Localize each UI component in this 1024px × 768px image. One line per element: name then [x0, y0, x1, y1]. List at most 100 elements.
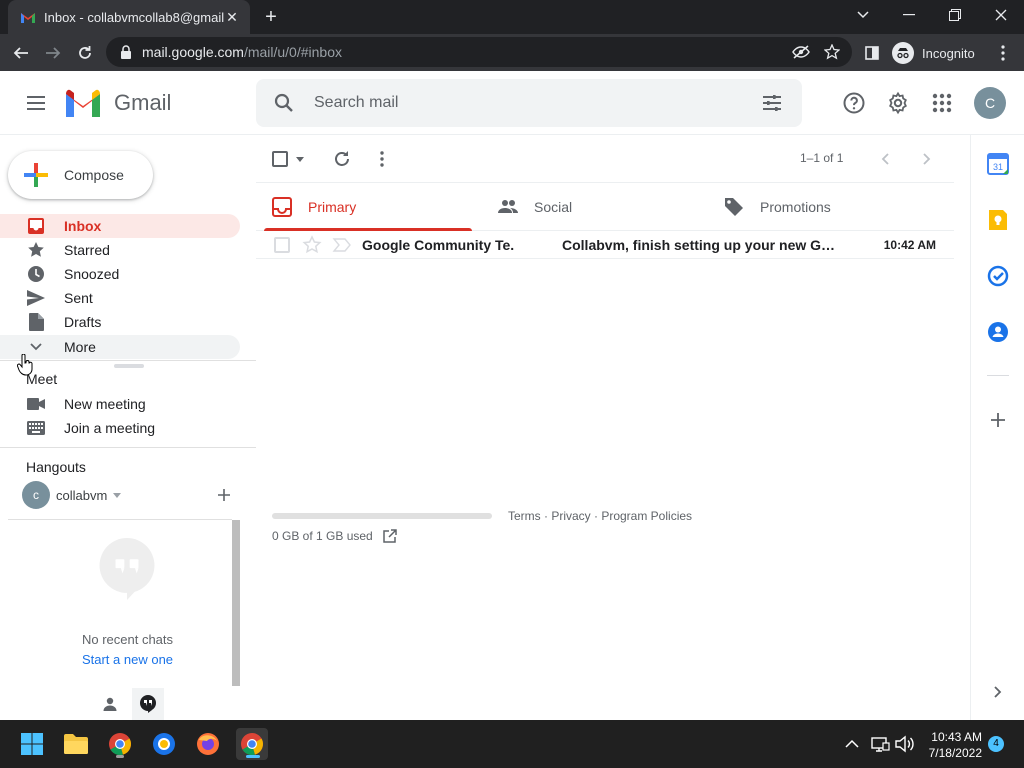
sidebar-item-snoozed[interactable]: Snoozed [0, 262, 240, 286]
resize-handle[interactable] [114, 364, 144, 368]
browser-tab-strip: Inbox - collabvmcollab8@gmail.com ✕ + [0, 0, 1024, 34]
hangouts-username: collabvm [56, 487, 108, 503]
google-apps-icon[interactable] [930, 91, 954, 115]
email-subject: Collabvm, finish setting up your new Goo… [562, 236, 842, 253]
incognito-indicator[interactable]: Incognito [892, 40, 975, 66]
person-icon [103, 697, 117, 711]
browser-menu-button[interactable] [990, 40, 1016, 66]
taskbar-file-explorer[interactable] [60, 728, 92, 760]
volume-icon[interactable] [894, 734, 914, 754]
send-icon [26, 288, 46, 308]
sidebar-item-more[interactable]: More [0, 335, 240, 359]
taskbar-clock[interactable]: 10:43 AM 7/18/2022 [920, 729, 982, 761]
address-bar[interactable]: mail.google.com/mail/u/0/#inbox [106, 37, 852, 67]
restore-button[interactable] [932, 0, 978, 30]
taskbar-chrome-beta[interactable] [148, 728, 180, 760]
search-icon[interactable] [272, 91, 296, 115]
settings-gear-icon[interactable] [886, 91, 910, 115]
new-conversation-plus-icon[interactable] [214, 485, 234, 505]
search-input[interactable] [314, 94, 734, 112]
star-icon[interactable] [302, 234, 322, 255]
reload-icon [79, 46, 91, 59]
chevron-down-icon [857, 11, 869, 19]
sidebar-item-sent[interactable]: Sent [0, 286, 240, 310]
taskbar-chrome[interactable] [104, 728, 136, 760]
url-host: mail.google.com [142, 44, 244, 60]
join-meeting-button[interactable]: Join a meeting [0, 416, 240, 440]
sidebar-item-inbox[interactable]: Inbox [0, 214, 240, 238]
hangouts-user-switcher[interactable]: c collabvm [22, 481, 122, 509]
tab-primary[interactable]: Primary [272, 183, 356, 231]
refresh-icon[interactable] [330, 147, 354, 171]
close-window-button[interactable] [978, 0, 1024, 30]
minimize-button[interactable] [886, 0, 932, 30]
hangouts-section-title: Hangouts [26, 459, 86, 475]
gmail-favicon-icon [21, 13, 35, 23]
help-icon[interactable] [842, 91, 866, 115]
inbox-icon [26, 216, 46, 236]
compose-plus-icon [24, 163, 48, 187]
contacts-button[interactable] [98, 692, 122, 716]
reload-button[interactable] [72, 40, 98, 66]
new-meeting-button[interactable]: New meeting [0, 392, 240, 416]
show-side-panel-chevron-icon[interactable] [987, 681, 1009, 703]
sidebar-item-drafts[interactable]: Drafts [0, 310, 240, 334]
more-vert-icon[interactable] [370, 147, 394, 171]
search-bar[interactable] [256, 79, 802, 127]
conversations-button[interactable] [132, 688, 164, 720]
start-new-chat-link[interactable]: Start a new one [0, 652, 255, 667]
restore-icon [949, 9, 961, 21]
account-avatar[interactable]: C [974, 87, 1006, 119]
older-page-icon[interactable] [914, 147, 938, 171]
notification-badge[interactable]: 4 [988, 736, 1004, 752]
tab-promotions[interactable]: Promotions [724, 183, 831, 231]
email-checkbox[interactable] [274, 236, 290, 253]
start-button[interactable] [16, 728, 48, 760]
arrow-right-icon [46, 47, 61, 59]
keyboard-icon [26, 418, 46, 438]
compose-button[interactable]: Compose [8, 151, 153, 199]
calendar-icon[interactable]: 31 [987, 153, 1009, 175]
tab-search-button[interactable] [840, 0, 886, 30]
lock-icon [121, 45, 131, 59]
footer-links[interactable]: Terms · Privacy · Program Policies [508, 509, 692, 523]
tab-label: Promotions [760, 199, 831, 215]
email-row[interactable]: Google Community Te. Collabvm, finish se… [256, 231, 954, 259]
bookmark-star-icon[interactable] [824, 44, 840, 60]
taskbar-chrome-active[interactable] [236, 728, 268, 760]
contacts-icon[interactable] [987, 321, 1009, 343]
open-external-icon[interactable] [382, 529, 397, 543]
side-panel-button[interactable] [859, 40, 885, 66]
sidebar-item-label: Sent [64, 290, 93, 306]
importance-marker-icon[interactable] [332, 237, 352, 252]
gmail-wordmark: Gmail [114, 89, 172, 115]
browser-tab-gmail[interactable]: Inbox - collabvmcollab8@gmail.com ✕ [8, 0, 250, 34]
search-options-icon[interactable] [760, 91, 784, 115]
back-button[interactable] [8, 40, 34, 66]
main-menu-icon[interactable] [24, 91, 48, 115]
new-tab-button[interactable]: + [260, 6, 282, 28]
tab-social[interactable]: Social [498, 183, 572, 231]
hangouts-scrollbar[interactable] [232, 520, 240, 686]
storage-usage: 0 GB of 1 GB used [272, 529, 397, 543]
gmail-logo[interactable]: Gmail [64, 88, 171, 117]
add-addon-plus-icon[interactable] [987, 409, 1009, 431]
show-hidden-icons-chevron-icon[interactable] [842, 734, 862, 754]
newer-page-icon[interactable] [874, 147, 898, 171]
compose-label: Compose [64, 167, 124, 183]
select-all-checkbox[interactable] [272, 147, 312, 171]
url-path: /mail/u/0/#inbox [243, 44, 342, 60]
eye-off-icon[interactable] [792, 45, 810, 59]
tasks-icon[interactable] [987, 265, 1009, 287]
keep-icon[interactable] [987, 209, 1009, 231]
forward-button[interactable] [40, 40, 66, 66]
sidebar-item-starred[interactable]: Starred [0, 238, 240, 262]
tab-label: Social [534, 199, 573, 215]
hangouts-quote-icon [140, 695, 156, 713]
draft-icon [26, 312, 46, 332]
taskbar-firefox[interactable] [192, 728, 224, 760]
network-icon[interactable] [870, 734, 890, 754]
sidebar-item-label: Starred [64, 242, 110, 258]
close-tab-icon[interactable]: ✕ [224, 9, 240, 26]
chrome-icon [109, 733, 131, 756]
